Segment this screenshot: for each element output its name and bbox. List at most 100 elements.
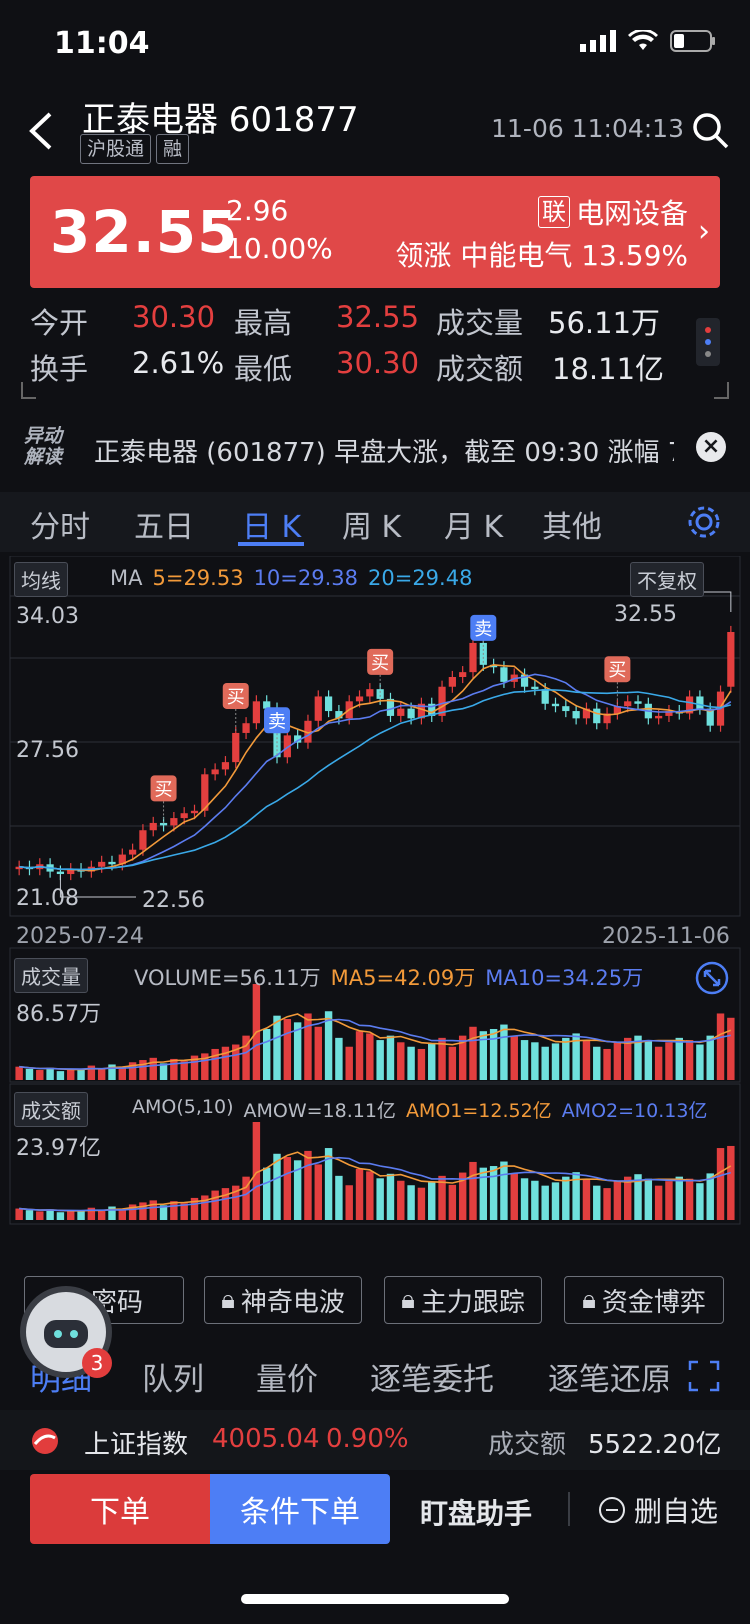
volume-bar [283,1019,292,1080]
volume-bar [262,1028,271,1080]
dtab-order-by-order[interactable]: 逐笔委托 [370,1354,494,1399]
volume-legend: VOLUME=56.11万 MA5=42.09万 MA10=34.25万 [134,962,643,992]
volume-bar [551,1043,560,1080]
remove-watchlist-button[interactable]: 删自选 [598,1490,718,1530]
amount-bar [675,1176,683,1220]
amount-bar [149,1200,157,1220]
candle-body [469,642,477,673]
back-icon[interactable] [22,108,62,154]
lead-stock: 中能电气 [460,239,573,272]
volume-bar [159,1063,168,1080]
y-label-mid: 27.56 [16,738,79,763]
conditional-order-button[interactable]: 条件下单 [210,1474,390,1544]
stat-turnover: 2.61% [132,346,225,380]
volume-bar [376,1040,384,1080]
settings-gear-icon[interactable] [686,504,722,540]
volume-bar [562,1037,570,1080]
volume-bar [335,1037,343,1080]
volume-bar [211,1048,219,1080]
ma-selector[interactable]: 均线 [14,562,68,597]
expand-icon[interactable] [694,960,730,996]
dtab-queue[interactable]: 队列 [142,1354,204,1399]
amount-bar [685,1178,694,1220]
amount-bar [644,1178,653,1220]
dtab-trade-replay[interactable]: 逐笔还原 [548,1354,668,1399]
volume-bar [407,1046,415,1080]
dtab-volume-price[interactable]: 量价 [256,1354,318,1399]
candle-body [314,696,322,721]
tab-5day[interactable]: 五日 [134,502,194,546]
date-end: 2025-11-06 [602,924,730,949]
close-icon[interactable]: × [696,432,726,462]
last-price: 32.55 [50,198,239,266]
ma-legend: MA 5=29.53 10=29.38 20=29.48 [110,566,472,590]
volume-bar [355,1031,364,1080]
tab-other[interactable]: 其他 [542,502,602,546]
amount-bar [716,1148,725,1220]
feature-btn-2[interactable]: 🔒︎ 神奇电波 [204,1276,362,1324]
fullscreen-icon[interactable] [688,1360,720,1392]
ma20-line [19,688,732,871]
amount-bar [25,1210,34,1220]
order-button[interactable]: 下单 [30,1474,210,1544]
candle-body [531,686,539,690]
tab-intraday[interactable]: 分时 [30,502,90,546]
stat-label-vol: 成交量 [436,306,524,340]
volume-ma10: MA10=34.25万 [485,966,644,990]
tab-monthly-k[interactable]: 月 K [444,502,503,546]
volume-bar [716,1013,725,1080]
chevron-right-icon: › [698,214,710,249]
amount-bar [221,1188,230,1220]
candle-body [180,813,188,819]
candle-body [572,711,580,719]
price-card[interactable]: 32.55 2.96 10.00% 联 电网设备 领涨 中能电气 13.59% … [30,176,720,288]
feature-btn-3[interactable]: 🔒︎ 主力跟踪 [384,1276,542,1324]
amount-bar [562,1176,570,1220]
amount-bar [541,1185,549,1220]
candle-body [562,706,570,712]
lead-pct: 13.59% [581,239,688,272]
watch-assistant-button[interactable]: 盯盘助手 [420,1492,532,1532]
volume-bar [696,1044,704,1080]
volume-selector[interactable]: 成交量 [14,958,88,993]
price-change: 2.96 [226,194,289,227]
kline-chart: 买买卖买卖买 [9,555,741,1225]
amount-bar [97,1210,106,1220]
amount-bar [283,1157,292,1220]
volume-bar [520,1040,529,1080]
sector-name: 电网设备 [575,197,688,230]
amount-bar [67,1210,75,1220]
feature-btn-4[interactable]: 🔒︎ 资金博弈 [564,1276,724,1324]
candle-body [500,667,508,682]
volume-bar [304,1013,312,1080]
tab-weekly-k[interactable]: 周 K [342,502,401,546]
candle-body [170,818,178,826]
candle-body [129,849,137,855]
ma20-value: 20=29.48 [368,566,473,590]
news-banner[interactable]: 异动 解读 正泰电器 (601877) 早盘大涨，截至 09:30 涨幅 7..… [0,418,750,480]
bottom-actions: 下单 条件下单 盯盘助手 删自选 [0,1474,750,1544]
candle-body [696,696,704,709]
amount-selector[interactable]: 成交额 [14,1092,88,1127]
amount-bar [696,1183,704,1220]
sector-row[interactable]: 联 电网设备 [537,192,688,232]
amount-title: AMO(5,10) [132,1096,234,1118]
more-dots-icon[interactable] [696,318,720,366]
amount-bar [417,1187,426,1220]
amount-y-top: 23.97亿 [16,1136,101,1161]
index-bar[interactable]: 上证指数 4005.04 0.90% 成交额 5522.20亿 [0,1410,750,1470]
status-time: 11:04 [54,26,150,61]
search-icon[interactable] [690,110,730,150]
chart-area[interactable]: 买买卖买卖买 均线 MA 5=29.53 10=29.38 20=29.48 不… [0,555,750,1256]
volume-bar [685,1040,694,1080]
volume-bar [479,1031,488,1080]
amount-bar [46,1209,54,1220]
news-text[interactable]: 正泰电器 (601877) 早盘大涨，截至 09:30 涨幅 7... [94,432,674,469]
notification-badge: 3 [82,1348,112,1378]
volume-bar [623,1037,632,1080]
adjust-selector[interactable]: 不复权 [630,562,704,597]
feature-buttons: 力密码 🔒︎ 神奇电波 🔒︎ 主力跟踪 🔒︎ 资金博弈 [24,1276,734,1324]
tab-daily-k[interactable]: 日 K [242,502,301,546]
volume-bar [417,1048,426,1080]
volume-bar [149,1057,157,1080]
